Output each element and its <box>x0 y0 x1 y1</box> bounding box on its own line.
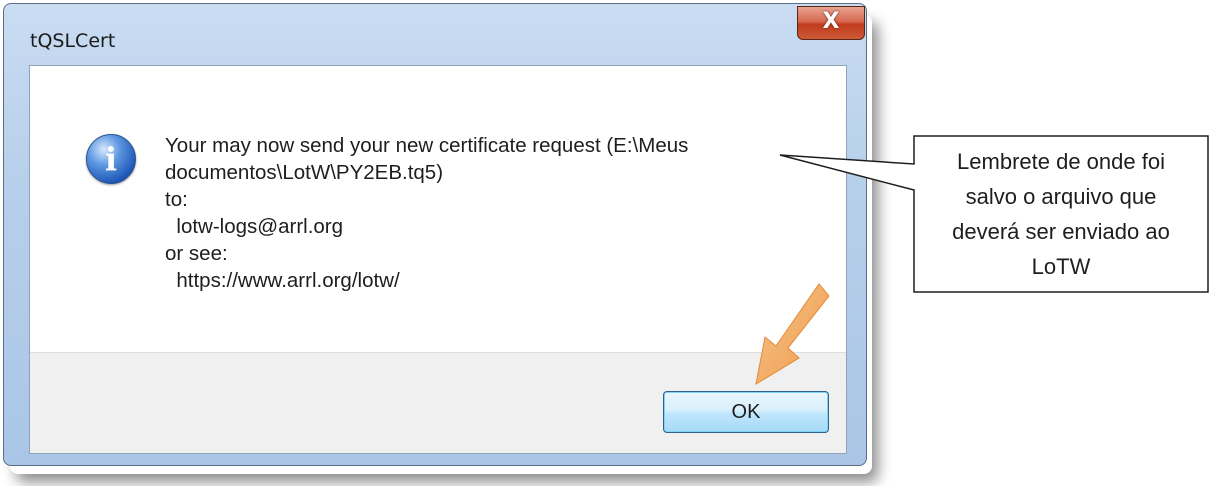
arrow-icon <box>755 283 830 386</box>
